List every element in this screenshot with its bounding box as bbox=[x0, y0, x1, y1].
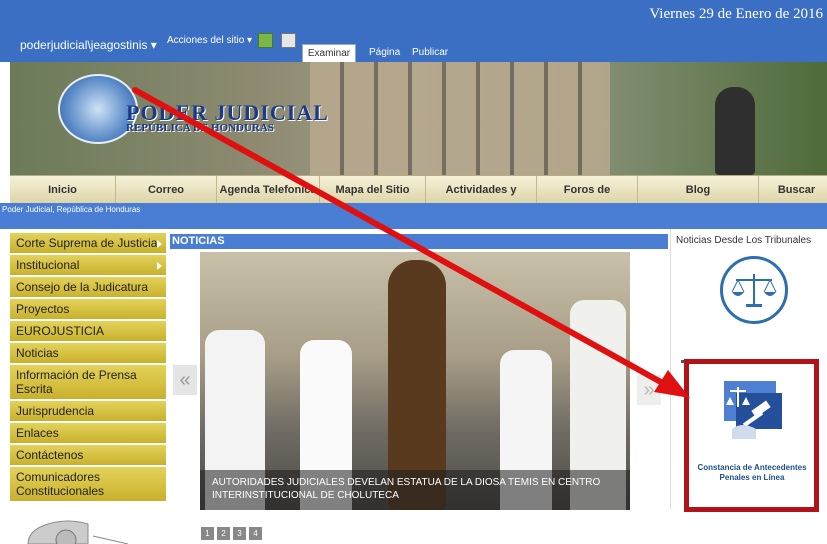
page-button[interactable]: 2 bbox=[217, 527, 230, 540]
page-button[interactable]: 3 bbox=[233, 527, 246, 540]
submenu-arrow-icon bbox=[157, 262, 162, 270]
sidebar-item-comunicadores[interactable]: Comunicadores Constitucionales bbox=[10, 467, 166, 503]
sidebar-item-prensa[interactable]: Información de Prensa Escrita bbox=[10, 365, 166, 401]
tribunales-title: Noticias Desde Los Tribunales bbox=[676, 235, 812, 246]
cert-link-text[interactable]: Constancia de Antecedentes Penales en Lí… bbox=[692, 463, 812, 483]
sidebar-item-consejo[interactable]: Consejo de la Judicatura bbox=[10, 277, 166, 299]
prev-slide-button[interactable]: « bbox=[173, 365, 197, 395]
nav-item-inicio[interactable]: Inicio bbox=[10, 176, 116, 204]
sidebar-item-label: Noticias bbox=[16, 346, 59, 360]
sidebar-item-label: Consejo de la Judicatura bbox=[16, 280, 149, 294]
sidebar-item-label: Comunicadores Constitucionales bbox=[16, 470, 105, 498]
nav-item-foros[interactable]: Foros de Discusión bbox=[537, 176, 638, 224]
sidebar-item-label: Contáctenos bbox=[16, 448, 84, 462]
sidebar-item-contactenos[interactable]: Contáctenos bbox=[10, 445, 166, 467]
site-logo-text[interactable]: PODER JUDICIAL REPÚBLICA DE HONDURAS bbox=[126, 100, 329, 134]
slide-pagination: 1 2 3 4 bbox=[201, 527, 262, 540]
date-label: Viernes 29 de Enero de 2016 bbox=[649, 6, 823, 22]
news-caption[interactable]: AUTORIDADES JUDICIALES DEVELAN ESTATUA D… bbox=[200, 470, 630, 510]
main-nav: Inicio Correo Agenda Telefonica Mapa del… bbox=[10, 175, 827, 224]
site-actions-label: Acciones del sitio bbox=[167, 35, 245, 46]
sidebar-item-label: Institucional bbox=[16, 258, 80, 272]
scales-of-justice-icon[interactable] bbox=[720, 256, 788, 324]
tab-examinar[interactable]: Examinar bbox=[302, 44, 356, 63]
nav-item-blog[interactable]: Blog bbox=[638, 176, 759, 204]
breadcrumb[interactable]: Poder Judicial, República de Honduras bbox=[2, 205, 140, 214]
sidebar-item-institucional[interactable]: Institucional bbox=[10, 255, 166, 277]
page-button[interactable]: 4 bbox=[249, 527, 262, 540]
next-slide-button[interactable]: » bbox=[637, 375, 661, 405]
nav-item-buscar[interactable]: Buscar bbox=[759, 176, 827, 204]
sidebar-item-enlaces[interactable]: Enlaces bbox=[10, 423, 166, 445]
nav-item-agenda[interactable]: Agenda Telefonica bbox=[217, 176, 320, 204]
seal-partial-icon bbox=[27, 520, 129, 544]
submenu-arrow-icon bbox=[157, 240, 162, 248]
edit-page-icon[interactable] bbox=[258, 33, 273, 48]
sidebar-item-label: Jurisprudencia bbox=[16, 404, 95, 418]
news-header: NOTICIAS bbox=[170, 234, 668, 249]
site-actions-menu[interactable]: Acciones del sitio ▾ bbox=[167, 35, 252, 46]
sidebar-item-eurojusticia[interactable]: EUROJUSTICIA bbox=[10, 321, 166, 343]
sidebar-item-label: Proyectos bbox=[16, 302, 70, 316]
sidebar-item-proyectos[interactable]: Proyectos bbox=[10, 299, 166, 321]
sidebar-item-label: EUROJUSTICIA bbox=[16, 324, 105, 338]
sidebar-item-jurisprudencia[interactable]: Jurisprudencia bbox=[10, 401, 166, 423]
sidebar-item-noticias[interactable]: Noticias bbox=[10, 343, 166, 365]
user-name: poderjudicial\jeagostinis bbox=[20, 38, 148, 52]
statue-photo bbox=[715, 87, 755, 175]
tab-pagina[interactable]: Página bbox=[369, 44, 400, 62]
user-menu[interactable]: poderjudicial\jeagostinis ▾ bbox=[20, 38, 157, 52]
sidebar-item-label: Corte Suprema de Justicia bbox=[16, 236, 158, 250]
sidebar-item-label: Información de Prensa Escrita bbox=[16, 368, 137, 396]
nav-item-mapa[interactable]: Mapa del Sitio bbox=[320, 176, 426, 204]
page-button[interactable]: 1 bbox=[201, 527, 214, 540]
sidebar-item-corte-suprema[interactable]: Corte Suprema de Justicia bbox=[10, 233, 166, 255]
nav-item-correo[interactable]: Correo bbox=[116, 176, 217, 204]
top-bar: Viernes 29 de Enero de 2016 poderjudicia… bbox=[0, 0, 827, 63]
document-icon[interactable] bbox=[281, 33, 296, 48]
chevron-down-icon: ▾ bbox=[150, 38, 157, 52]
building-photo bbox=[310, 62, 610, 175]
gavel-certificate-icon[interactable] bbox=[706, 379, 794, 445]
tab-publicar[interactable]: Publicar bbox=[412, 44, 448, 62]
chevron-down-icon: ▾ bbox=[247, 35, 253, 46]
sidebar-item-label: Enlaces bbox=[16, 426, 59, 440]
sidebar-menu: Corte Suprema de Justicia Institucional … bbox=[10, 233, 166, 503]
breadcrumb-bar: Poder Judicial, República de Honduras bbox=[0, 203, 827, 229]
header-banner: PODER JUDICIAL REPÚBLICA DE HONDURAS bbox=[10, 62, 827, 175]
nav-item-actividades[interactable]: Actividades y eventos bbox=[426, 176, 537, 224]
